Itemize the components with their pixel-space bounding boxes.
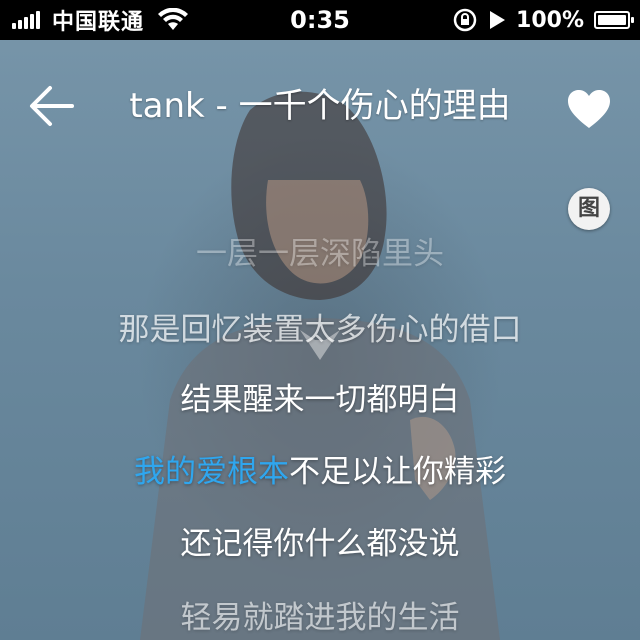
status-bar-right: 100% (452, 0, 634, 40)
lyric-line: 一层一层深陷里头 (196, 236, 444, 272)
player-header: tank - 一千个伤心的理由 (0, 40, 640, 172)
current-lyric-unsung: 不足以让你精彩 (289, 454, 506, 490)
lyric-line: 还记得你什么都没说 (180, 526, 460, 562)
current-lyric-line: 我的爱根本不足以让你精彩 (0, 446, 640, 491)
song-title: tank - 一千个伤心的理由 (129, 86, 511, 126)
battery-level (598, 15, 626, 25)
lyric-line: 那是回忆装置太多伤心的借口 (118, 312, 522, 348)
battery-percent: 100% (516, 7, 584, 33)
lyric-line: 结果醒来一切都明白 (180, 382, 460, 418)
status-bar: 中国联通 0:35 100% (0, 0, 640, 40)
lyric-line: 轻易就踏进我的生活 (180, 600, 460, 636)
play-icon (490, 11, 506, 29)
picture-toggle-button[interactable]: 图 (568, 188, 610, 230)
current-lyric-sung: 我的爱根本 (134, 454, 289, 490)
battery-icon (594, 11, 634, 29)
heart-icon[interactable] (566, 88, 612, 130)
rotation-lock-icon (453, 8, 477, 32)
arrow-left-icon[interactable] (26, 84, 78, 128)
